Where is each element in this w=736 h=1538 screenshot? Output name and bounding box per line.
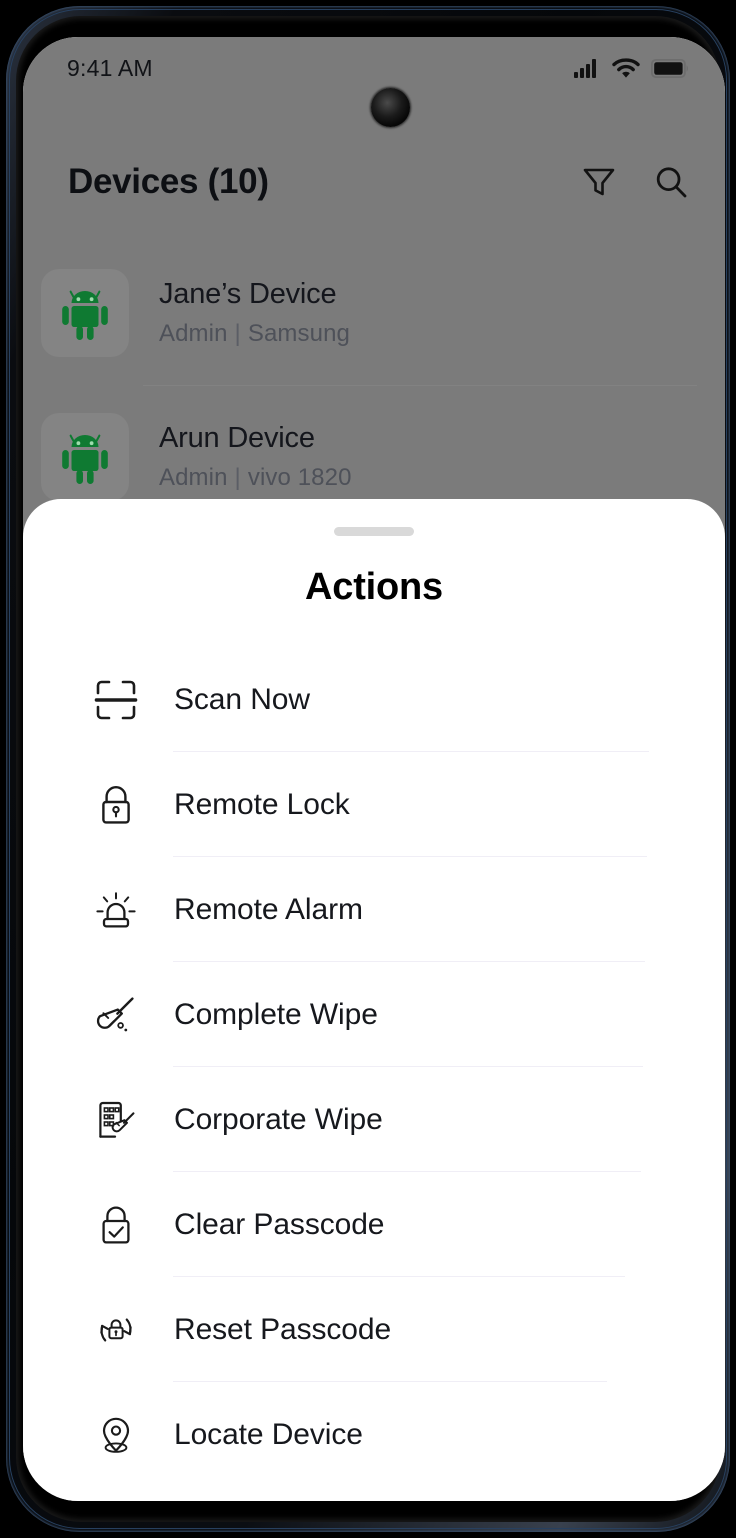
search-icon[interactable]	[653, 164, 689, 200]
status-bar-icons	[574, 57, 689, 79]
action-item-locate-device[interactable]: Locate Device	[23, 1382, 725, 1487]
action-label: Corporate Wipe	[174, 1102, 383, 1136]
front-camera-punch-hole	[371, 88, 410, 127]
scan-frame-icon	[89, 673, 143, 727]
meta-separator: |	[234, 464, 241, 491]
app-header: Devices (10)	[23, 133, 725, 231]
broom-icon	[89, 988, 143, 1042]
action-item-clear-passcode[interactable]: Clear Passcode	[23, 1172, 725, 1277]
cellular-signal-icon	[574, 59, 596, 78]
sheet-title: Actions	[305, 566, 443, 608]
filter-icon[interactable]	[581, 164, 617, 200]
action-item-corporate-wipe[interactable]: Corporate Wipe	[23, 1067, 725, 1172]
action-label: Complete Wipe	[174, 997, 378, 1031]
action-item-complete-wipe[interactable]: Complete Wipe	[23, 962, 725, 1067]
device-list-item[interactable]: Jane’s Device Admin | Samsung	[23, 241, 725, 385]
header-actions	[581, 164, 689, 200]
device-meta: Admin | vivo 1820	[159, 464, 352, 492]
android-robot-icon	[62, 290, 108, 340]
action-label: Scan Now	[174, 682, 310, 716]
action-label: Remote Lock	[174, 787, 350, 821]
device-info: Arun Device Admin | vivo 1820	[159, 422, 352, 492]
device-avatar	[41, 269, 129, 357]
action-label: Reset Passcode	[174, 1312, 392, 1346]
battery-icon	[651, 58, 688, 78]
action-list: Scan Now Remote Lock Remote Alarm Comple…	[23, 647, 725, 1487]
location-pin-icon	[89, 1408, 143, 1462]
device-role: Admin	[159, 464, 228, 491]
action-item-remote-lock[interactable]: Remote Lock	[23, 752, 725, 857]
actions-bottom-sheet: Actions Scan Now Remote Lock Remote Alar…	[23, 499, 725, 1501]
device-name: Arun Device	[159, 422, 315, 454]
android-robot-icon	[62, 434, 108, 484]
meta-separator: |	[234, 320, 241, 347]
status-bar-time: 9:41 AM	[67, 54, 153, 81]
action-label: Clear Passcode	[174, 1207, 385, 1241]
device-role: Admin	[159, 320, 228, 347]
phone-screen: 9:41 AM Devices (10) Jane’s Device Admin…	[23, 37, 725, 1501]
building-broom-icon	[89, 1093, 143, 1147]
action-item-scan-now[interactable]: Scan Now	[23, 647, 725, 752]
wifi-icon	[612, 57, 640, 78]
lock-refresh-icon	[89, 1303, 143, 1357]
device-name: Jane’s Device	[159, 278, 337, 310]
sheet-drag-handle[interactable]	[334, 527, 414, 536]
device-meta: Admin | Samsung	[159, 320, 350, 348]
action-label: Locate Device	[174, 1417, 363, 1451]
action-label: Remote Alarm	[174, 892, 363, 926]
device-list: Jane’s Device Admin | Samsung Arun Devic…	[23, 241, 725, 529]
phone-frame: 9:41 AM Devices (10) Jane’s Device Admin…	[6, 6, 730, 1532]
status-bar: 9:41 AM	[23, 37, 725, 99]
action-item-reset-passcode[interactable]: Reset Passcode	[23, 1277, 725, 1382]
siren-alarm-icon	[89, 883, 143, 937]
page-title: Devices (10)	[68, 162, 269, 201]
device-model: vivo 1820	[247, 464, 352, 491]
action-item-remote-alarm[interactable]: Remote Alarm	[23, 857, 725, 962]
lock-check-icon	[89, 1198, 143, 1252]
padlock-icon	[89, 778, 143, 832]
device-avatar	[41, 413, 129, 501]
device-model: Samsung	[247, 320, 350, 347]
device-info: Jane’s Device Admin | Samsung	[159, 278, 350, 348]
